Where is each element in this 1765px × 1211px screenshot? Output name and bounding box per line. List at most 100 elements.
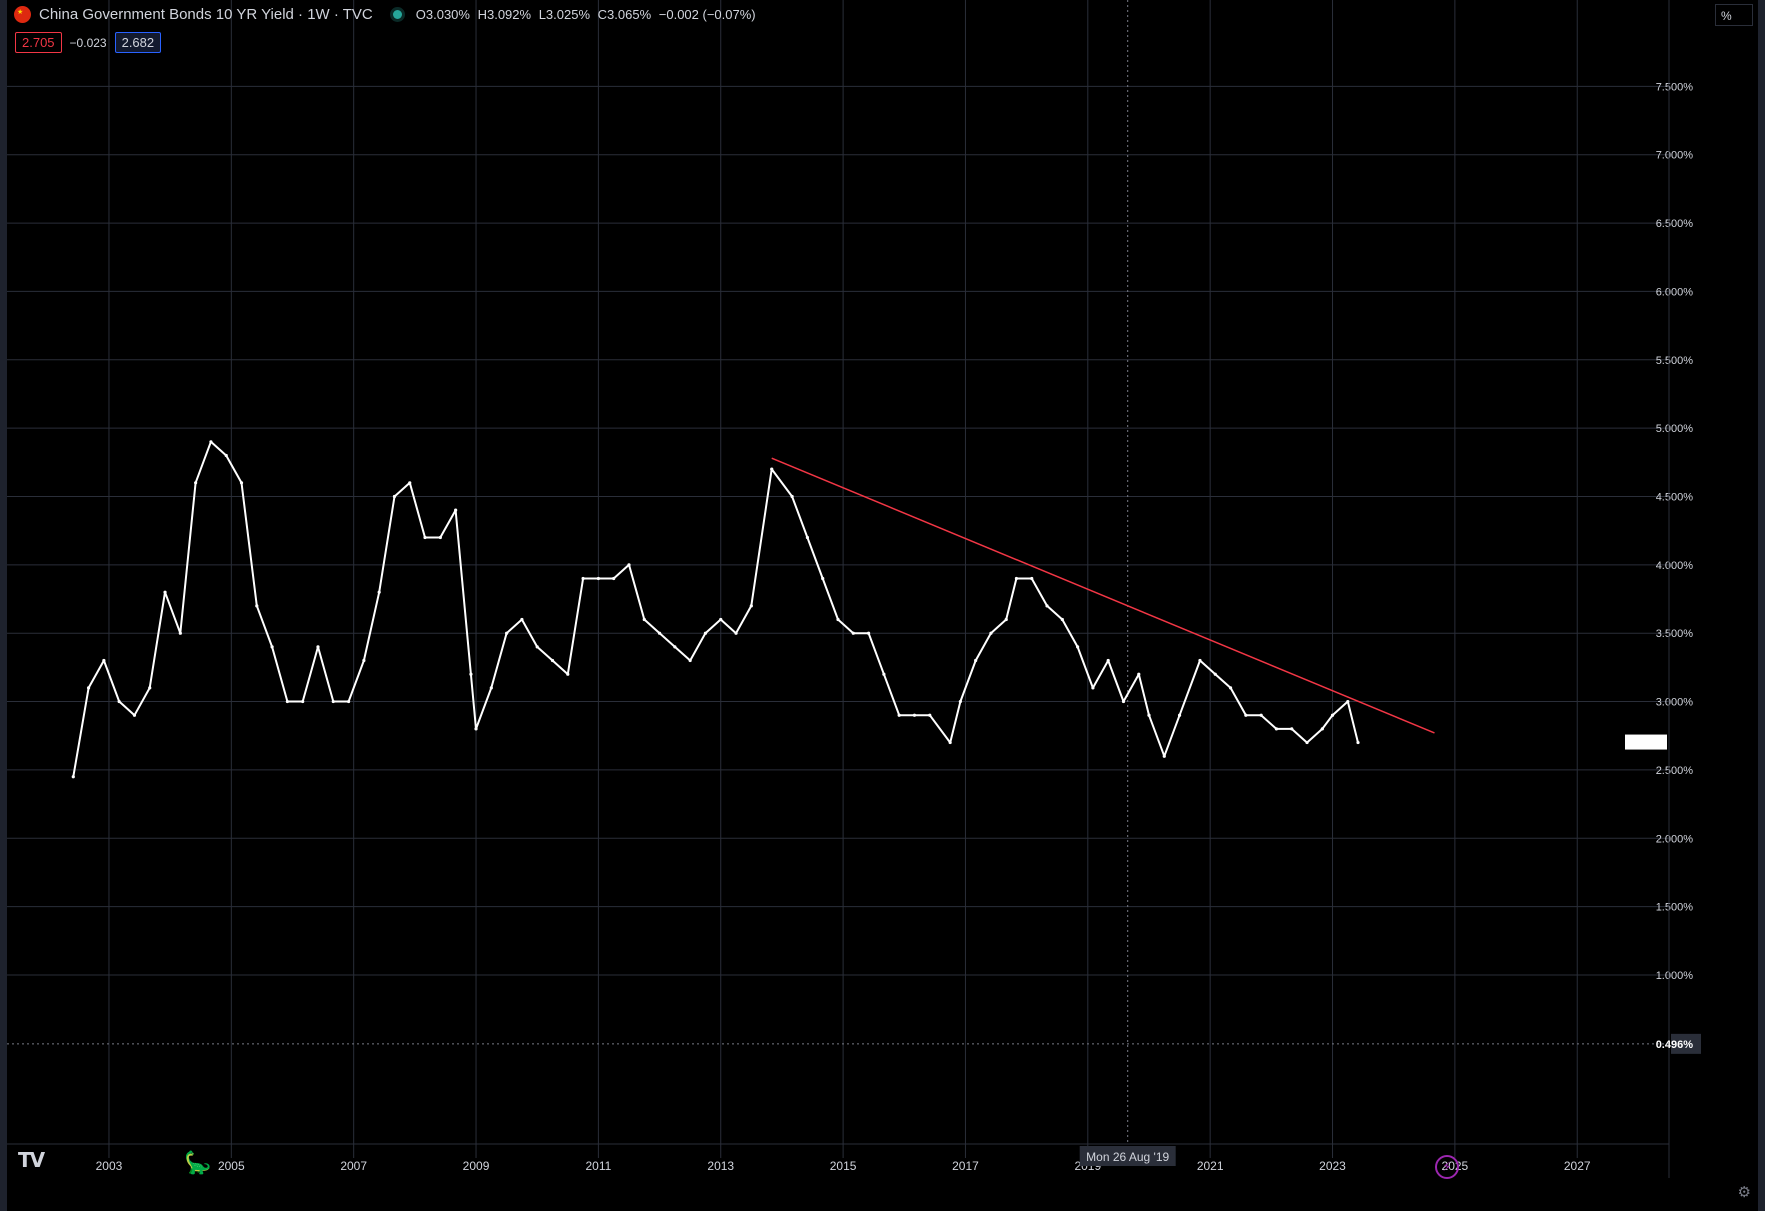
yield-data-point [790,494,794,499]
x-tick-label: 2027 [1564,1159,1591,1173]
yield-data-point [1060,617,1064,622]
crosshair-price-label: 0.496% [1656,1039,1694,1051]
yield-data-point [520,617,524,622]
yield-data-point [1030,576,1034,581]
y-tick-label: 4.000% [1656,560,1694,572]
ask-box[interactable]: 2.682 [114,32,162,53]
y-tick-label: 6.500% [1656,218,1694,230]
quote-row: 2.705 −0.023 2.682 [15,32,162,53]
yield-data-point [1244,713,1248,717]
yield-data-point [805,535,810,540]
yield-data-point [505,631,509,635]
yield-data-point [301,699,305,704]
yield-series-line [72,440,1359,777]
y-tick-label: 6.000% [1656,286,1694,298]
y-tick-label: 4.500% [1656,491,1694,503]
yield-data-point [897,713,901,717]
yield-data-point [535,645,539,649]
yield-data-point [673,645,677,649]
yield-data-point [255,604,259,608]
yield-data-point [974,658,978,663]
resistance-trendline[interactable] [771,457,1435,734]
yield-data-point [866,631,871,635]
yield-data-point [1177,713,1182,717]
yield-data-point [163,590,167,594]
yield-data-point [882,672,886,676]
x-tick-label: 2003 [96,1159,123,1173]
lightning-icon[interactable]: ⚡ [1435,1155,1459,1179]
y-tick-label: 1.500% [1656,902,1694,914]
y-tick-label: 3.500% [1656,628,1694,640]
yield-data-point [958,699,962,704]
yield-data-point [132,713,137,717]
dinosaur-icon[interactable]: 🦕 [184,1150,211,1176]
y-tick-label: 5.500% [1656,355,1694,367]
x-tick-label: 2005 [218,1159,245,1173]
yield-data-point [1106,658,1110,663]
yield-data-point [1045,604,1049,608]
yield-data-point [566,672,570,676]
yield-data-point [851,631,855,635]
yield-data-point [1014,576,1019,581]
yield-data-point [408,481,412,485]
yield-data-point [734,631,738,635]
yield-data-point [749,604,753,608]
yield-data-point [989,631,993,635]
yield-data-point [1228,686,1233,690]
yield-data-point [1198,658,1202,663]
yield-data-point [285,699,289,704]
yield-data-point [1305,740,1309,745]
yield-data-point [1290,727,1294,731]
chart-plot-area[interactable]: 7.500% 7.000% 6.500% 6.000% 5.500% 5.000% 4.50… [7,0,1703,1178]
percent-scale-button[interactable]: % [1715,4,1753,26]
open-value: O3.030% [415,7,470,22]
china-flag-icon [14,6,31,23]
yield-data-point [703,631,708,635]
x-tick-label: 2023 [1319,1159,1346,1173]
yield-data-point [178,631,182,635]
close-value: C3.065% [597,7,652,22]
yield-data-point [912,713,917,717]
y-tick-label: 2.000% [1656,833,1694,845]
yield-data-point [239,481,244,485]
market-status-dot-icon[interactable] [392,10,402,19]
x-tick-label: 2007 [340,1159,367,1173]
x-tick-label: 2013 [707,1159,734,1173]
x-tick-label: 2015 [830,1159,857,1173]
x-tick-label: 2017 [952,1159,979,1173]
yield-data-point [1213,672,1217,676]
yield-data-point [1147,713,1151,717]
yield-data-point [1274,727,1279,731]
gear-icon[interactable]: ⚙ [1738,1183,1751,1201]
ohlc-values: O3.030% H3.092% L3.025% C3.065% −0.002 (… [416,7,760,22]
tradingview-logo-icon[interactable]: 𝗧𝗩 [18,1148,45,1173]
yield-data-point [454,508,458,512]
yield-data-point [596,576,600,581]
yield-data-point [1091,686,1095,690]
yield-data-point [346,699,351,704]
last-price-marker [1625,734,1667,750]
yield-data-point [1259,713,1263,717]
chart-svg[interactable]: 7.500% 7.000% 6.500% 6.000% 5.500% 5.000% 4.50… [7,0,1703,1178]
x-tick-label: 2009 [463,1159,490,1173]
yield-data-point [948,740,952,745]
yield-data-point [102,658,106,663]
yield-data-point [581,576,585,581]
yield-data-point [86,686,91,690]
yield-data-point [1076,645,1080,649]
yield-data-point [550,658,555,663]
yield-data-point [331,699,335,704]
yield-data-point [377,590,381,594]
yield-data-point [117,699,121,704]
yield-data-point [316,645,320,649]
bid-box[interactable]: 2.705 [15,32,62,53]
yield-data-point [836,617,840,622]
symbol-title[interactable]: China Government Bonds 10 YR Yield · 1W … [39,6,373,23]
yield-data-point [489,686,493,690]
yield-data-point [770,467,774,471]
y-tick-label: 7.000% [1656,150,1694,162]
yield-data-point [627,563,631,567]
yield-data-point [224,453,228,458]
y-tick-label: 2.500% [1656,765,1694,777]
y-tick-label: 5.000% [1656,423,1694,435]
